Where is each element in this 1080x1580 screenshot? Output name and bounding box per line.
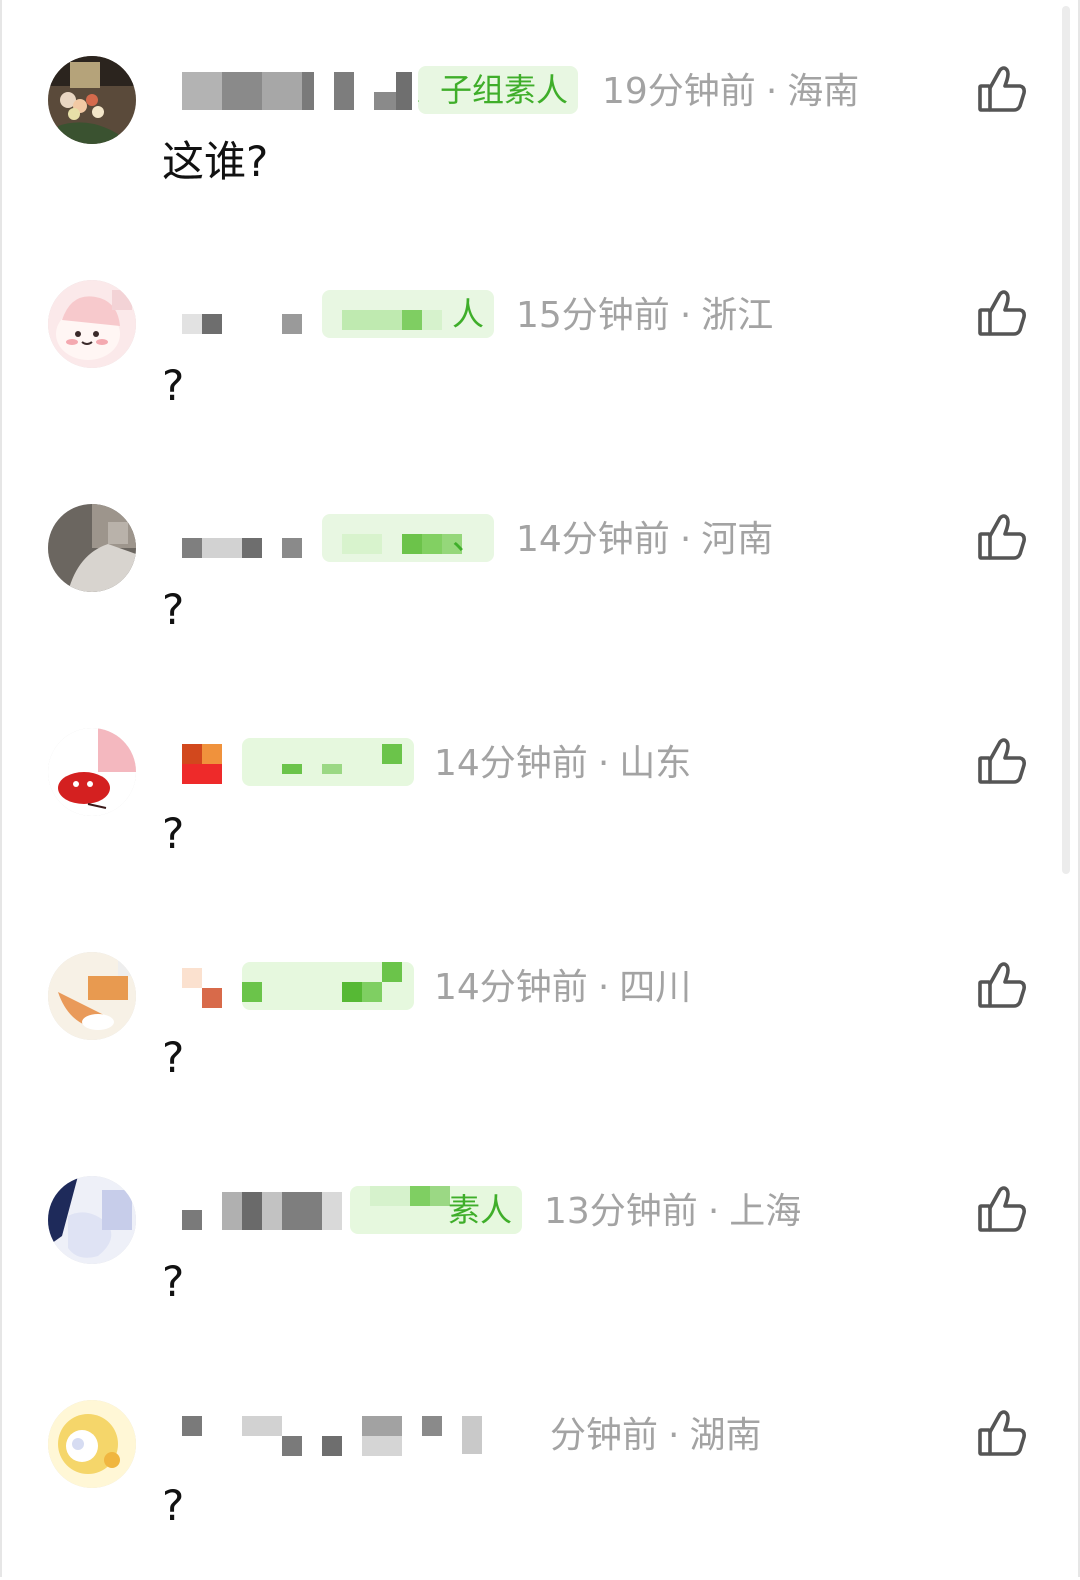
comment-item: 14分钟前 · 四川 ?	[2, 908, 1080, 1132]
comment-item: 人 15分钟前 · 浙江 ?	[2, 236, 1080, 460]
user-tag-badge	[242, 962, 414, 1010]
username-blurred[interactable]	[182, 296, 312, 336]
comment-meta: 19分钟前 · 海南	[602, 70, 859, 114]
comment-text: ?	[162, 361, 185, 410]
comment-meta: 15分钟前 · 浙江	[516, 294, 773, 338]
thumbs-up-icon[interactable]	[974, 958, 1030, 1014]
comment-time: 15分钟前	[516, 295, 670, 336]
meta-separator: ·	[597, 743, 610, 784]
avatar-flowers-icon[interactable]	[48, 56, 136, 144]
user-tag-text: 、	[451, 519, 484, 557]
user-tag-text: 人	[451, 295, 484, 333]
meta-separator: ·	[597, 967, 610, 1008]
comment-time: 19分钟前	[602, 71, 756, 112]
comment-text: ?	[162, 809, 185, 858]
comment-location: 山东	[619, 743, 692, 784]
username-blurred[interactable]	[182, 520, 312, 560]
comment-time: 14分钟前	[434, 967, 588, 1008]
comment-location: 河南	[701, 519, 774, 560]
comment-item: 分钟前 · 湖南 ?	[2, 1356, 1080, 1580]
comment-header: 14分钟前 · 山东	[170, 738, 930, 790]
comment-text: 这谁?	[162, 137, 269, 186]
avatar-photo-icon[interactable]	[48, 504, 136, 592]
comment-location: 四川	[619, 967, 692, 1008]
comment-location: 湖南	[689, 1415, 762, 1456]
comment-header: 素人 13分钟前 · 上海	[170, 1186, 930, 1238]
user-tag-text: 、子组素人	[418, 71, 568, 109]
comment-header: 分钟前 · 湖南	[170, 1410, 930, 1462]
avatar-pink-cartoon-icon[interactable]	[48, 280, 136, 368]
user-tag-badge	[242, 738, 414, 786]
thumbs-up-icon[interactable]	[974, 1182, 1030, 1238]
avatar-cream-cartoon-icon[interactable]	[48, 952, 136, 1040]
username-blurred[interactable]	[182, 72, 412, 112]
user-tag-badge: 、	[322, 514, 494, 562]
thumbs-up-icon[interactable]	[974, 286, 1030, 342]
comment-item: 、 14分钟前 · 河南 ?	[2, 460, 1080, 684]
comment-text: ?	[162, 1033, 185, 1082]
comment-header: 人 15分钟前 · 浙江	[170, 290, 930, 342]
comment-header: 、 14分钟前 · 河南	[170, 514, 930, 566]
comment-item: 、子组素人 19分钟前 · 海南 这谁?	[2, 12, 1080, 236]
thumbs-up-icon[interactable]	[974, 510, 1030, 566]
username-blurred[interactable]	[182, 1416, 492, 1456]
meta-separator: ·	[668, 1415, 680, 1456]
username-blurred[interactable]	[182, 744, 222, 784]
comment-text: ?	[162, 1257, 185, 1306]
comment-time: 13分钟前	[544, 1191, 698, 1232]
avatar-blue-photo-icon[interactable]	[48, 1176, 136, 1264]
thumbs-up-icon[interactable]	[974, 734, 1030, 790]
comment-item: 素人 13分钟前 · 上海 ?	[2, 1132, 1080, 1356]
comment-meta: 14分钟前 · 山东	[434, 742, 691, 786]
comment-time: 分钟前	[550, 1415, 659, 1456]
thumbs-up-icon[interactable]	[974, 62, 1030, 118]
comment-header: 14分钟前 · 四川	[170, 962, 930, 1014]
user-tag-badge: 素人	[350, 1186, 522, 1234]
comment-location: 上海	[729, 1191, 802, 1232]
comment-text: ?	[162, 585, 185, 634]
user-tag-badge: 人	[322, 290, 494, 338]
comment-meta: 13分钟前 · 上海	[544, 1190, 801, 1234]
meta-separator: ·	[679, 295, 692, 336]
comment-list-screen: 、子组素人 19分钟前 · 海南 这谁? 人 15分钟前 · 浙江 ? 、 14…	[0, 0, 1080, 1577]
meta-separator: ·	[707, 1191, 720, 1232]
username-blurred[interactable]	[182, 968, 222, 1008]
meta-separator: ·	[679, 519, 692, 560]
comment-text: ?	[162, 1481, 185, 1530]
comment-meta: 14分钟前 · 河南	[516, 518, 773, 562]
comment-location: 浙江	[701, 295, 774, 336]
user-tag-text: 素人	[447, 1191, 512, 1229]
avatar-red-cartoon-icon[interactable]	[48, 728, 136, 816]
comment-location: 海南	[787, 71, 860, 112]
meta-separator: ·	[765, 71, 778, 112]
comment-item: 14分钟前 · 山东 ?	[2, 684, 1080, 908]
avatar-yellow-cartoon-icon[interactable]	[48, 1400, 136, 1488]
user-tag-badge: 、子组素人	[418, 66, 578, 114]
comment-header: 、子组素人 19分钟前 · 海南	[170, 66, 930, 118]
comment-time: 14分钟前	[516, 519, 670, 560]
comment-meta: 分钟前 · 湖南	[550, 1414, 761, 1458]
thumbs-up-icon[interactable]	[974, 1406, 1030, 1462]
comment-meta: 14分钟前 · 四川	[434, 966, 691, 1010]
comment-time: 14分钟前	[434, 743, 588, 784]
